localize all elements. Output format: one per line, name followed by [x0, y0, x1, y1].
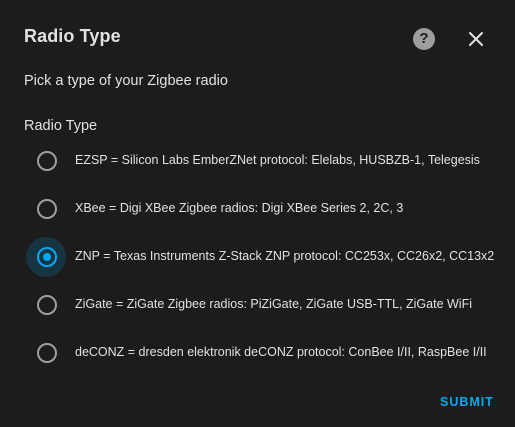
radio-option-xbee[interactable]: XBee = Digi XBee Zigbee radios: Digi XBe…: [24, 189, 504, 229]
dialog-description: Pick a type of your Zigbee radio: [24, 73, 228, 89]
radio-group-label: Radio Type: [24, 118, 98, 134]
radio-type-dialog: Radio Type ? Pick a type of your Zigbee …: [0, 0, 515, 427]
radio-circle-checked[interactable]: [37, 247, 57, 267]
radio-option-zigate[interactable]: ZiGate = ZiGate Zigbee radios: PiZiGate,…: [24, 285, 504, 325]
radio-button[interactable]: [24, 189, 68, 229]
dialog-title: Radio Type: [24, 26, 121, 46]
radio-circle[interactable]: [37, 295, 57, 315]
radio-option-label[interactable]: XBee = Digi XBee Zigbee radios: Digi XBe…: [75, 201, 403, 215]
help-icon-glyph: ?: [419, 30, 429, 47]
radio-option-label[interactable]: ZNP = Texas Instruments Z-Stack ZNP prot…: [75, 249, 494, 263]
radio-option-label[interactable]: EZSP = Silicon Labs EmberZNet protocol: …: [75, 153, 480, 167]
radio-button[interactable]: [24, 141, 68, 181]
submit-button[interactable]: SUBMIT: [440, 395, 494, 409]
radio-option-znp[interactable]: ZNP = Texas Instruments Z-Stack ZNP prot…: [24, 237, 504, 277]
radio-button[interactable]: [24, 285, 68, 325]
radio-button[interactable]: [24, 237, 68, 277]
radio-circle[interactable]: [37, 343, 57, 363]
radio-option-label[interactable]: deCONZ = dresden elektronik deCONZ proto…: [75, 345, 487, 359]
radio-option-deconz[interactable]: deCONZ = dresden elektronik deCONZ proto…: [24, 333, 504, 373]
close-icon[interactable]: [464, 27, 488, 51]
radio-circle[interactable]: [37, 151, 57, 171]
radio-option-label[interactable]: ZiGate = ZiGate Zigbee radios: PiZiGate,…: [75, 297, 472, 311]
radio-option-ezsp[interactable]: EZSP = Silicon Labs EmberZNet protocol: …: [24, 141, 504, 181]
radio-button[interactable]: [24, 333, 68, 373]
help-icon[interactable]: ?: [413, 28, 435, 50]
radio-circle[interactable]: [37, 199, 57, 219]
